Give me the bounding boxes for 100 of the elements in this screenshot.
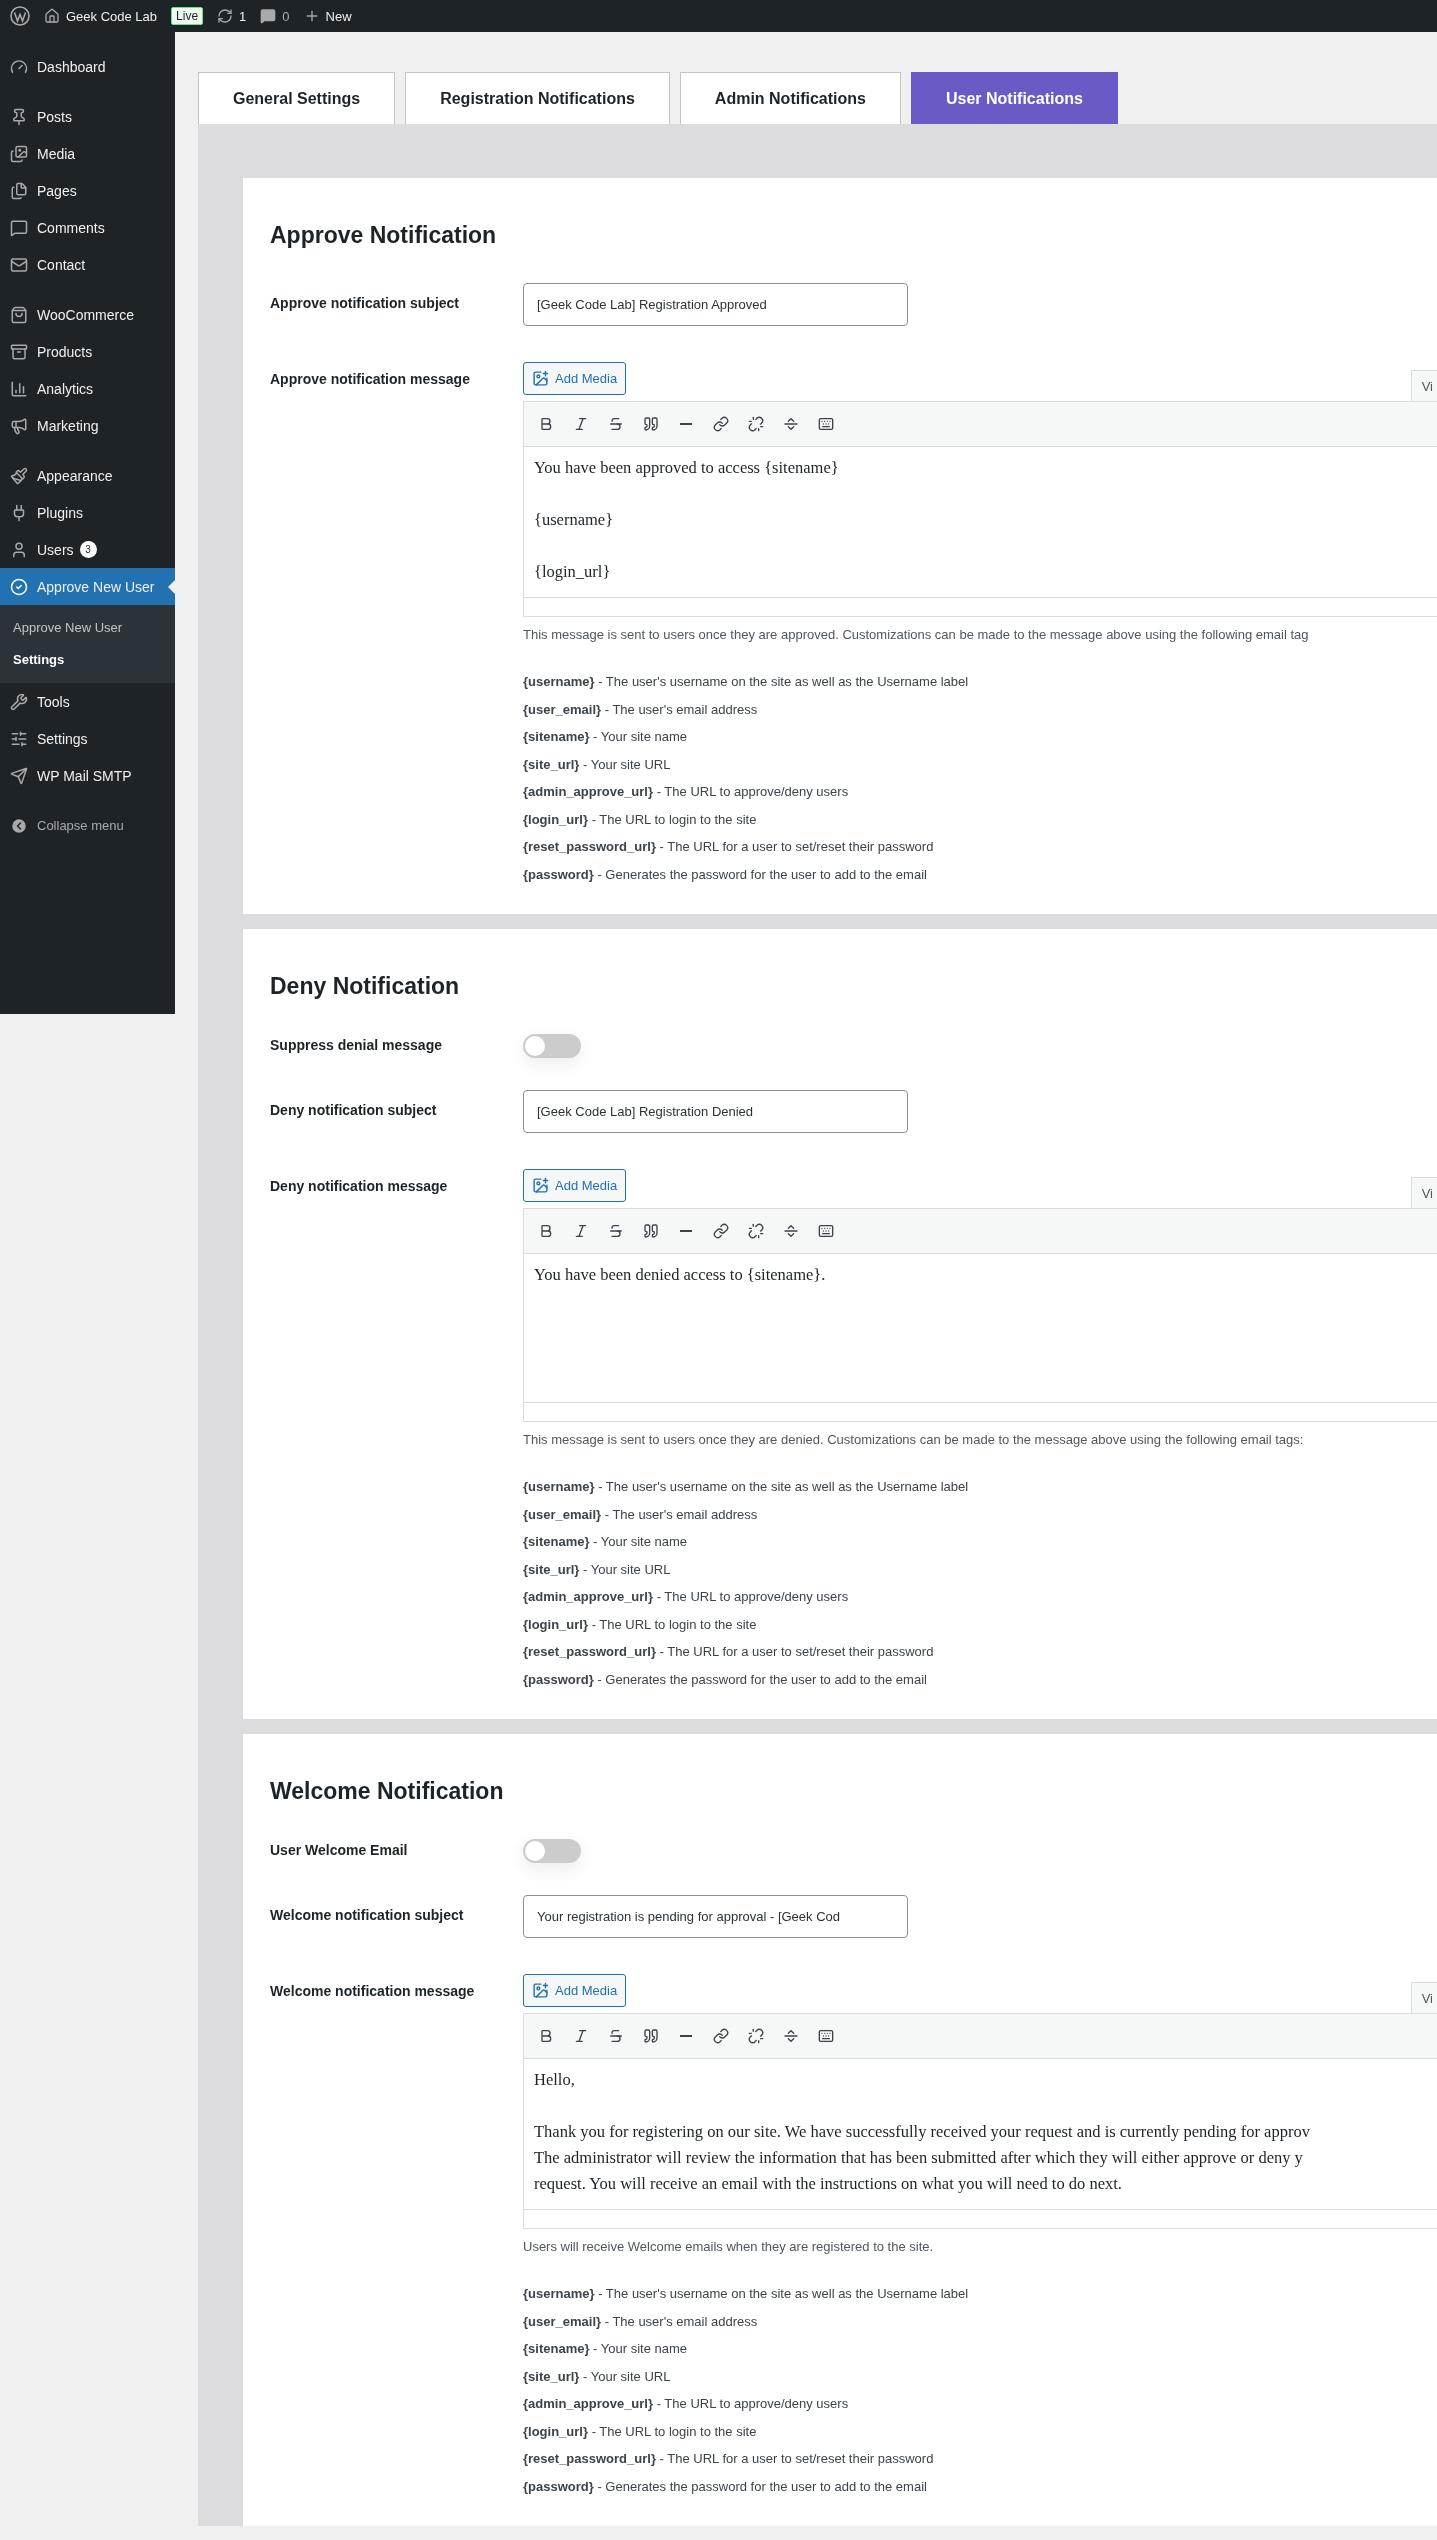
menu-icon <box>10 255 28 274</box>
visual-tab[interactable]: Vi <box>1410 1982 1437 2013</box>
sidebar-item[interactable]: Comments <box>0 209 175 246</box>
subject-field[interactable]: [Geek Code Lab] Registration Approved <box>523 283 908 326</box>
sidebar-item[interactable]: Appearance <box>0 457 175 494</box>
email-tag-description: {username} - The user's username on the site as well as the Username label <box>523 673 970 691</box>
horizontal-line-icon <box>679 1230 692 1232</box>
field-label: Deny notification subject <box>270 1101 438 1120</box>
sidebar-item[interactable]: Contact <box>0 246 175 283</box>
settings-tab[interactable]: Registration Notifications <box>405 72 670 124</box>
menu-icon <box>10 540 28 559</box>
sidebar-item[interactable]: Approve New User <box>0 568 175 605</box>
field-label: Deny notification message <box>270 1177 449 1196</box>
unlink-icon <box>747 2028 764 2044</box>
sidebar-item[interactable]: Media <box>0 135 175 172</box>
field-label: User Welcome Email <box>270 1841 409 1860</box>
field-label: Approve notification subject <box>270 294 460 313</box>
sidebar-item[interactable]: WP Mail SMTP <box>0 757 175 794</box>
comment-icon <box>260 8 277 24</box>
keyboard-icon <box>817 2028 834 2044</box>
media-icon <box>532 370 549 387</box>
menu-icon <box>10 577 28 596</box>
link-icon <box>712 1223 729 1239</box>
email-tag-description: {login_url} - The URL to login to the site <box>523 1615 758 1634</box>
message-text: Hello, <box>534 2069 576 2091</box>
count-badge: 3 <box>79 541 97 558</box>
sidebar-item[interactable]: Users 3 <box>0 531 175 568</box>
message-text: Thank you for registering on our site. We have successfully received your request and is currently pending for approv <box>534 2121 1311 2143</box>
visual-tab[interactable]: Vi <box>1410 1177 1437 1208</box>
message-text: You have been approved to access {sitename} <box>534 457 840 479</box>
menu-icon <box>10 342 28 361</box>
subject-field[interactable]: [Geek Code Lab] Registration Denied <box>523 1090 908 1133</box>
site-name-link[interactable]: Geek Code Lab <box>44 8 158 24</box>
collapse-menu-button[interactable]: Collapse menu <box>0 807 175 844</box>
email-tag-description: {login_url} - The URL to login to the site <box>523 2422 758 2441</box>
settings-tab[interactable]: Admin Notifications <box>679 72 901 124</box>
menu-icon <box>10 729 28 748</box>
sidebar-item[interactable]: Marketing <box>0 407 175 444</box>
home-icon <box>44 8 60 24</box>
settings-tab[interactable]: User Notifications <box>910 72 1118 124</box>
media-icon <box>532 1982 549 1999</box>
message-text: The administrator will review the information that has been submitted after which they will either approve or deny y <box>534 2147 1304 2169</box>
submenu-item[interactable]: Settings <box>0 643 175 675</box>
logo-icon[interactable] <box>10 6 30 26</box>
toggle-switch[interactable] <box>523 1034 581 1058</box>
section-title: Approve Notification <box>270 222 498 249</box>
email-tag-description: {site_url} - Your site URL <box>523 2367 672 2386</box>
visual-tab[interactable]: Vi <box>1410 370 1437 401</box>
field-label: Welcome notification subject <box>270 1906 465 1925</box>
updates-link[interactable]: 1 <box>217 8 247 24</box>
email-tag-description: {user_email} - The user's email address <box>523 700 759 719</box>
menu-icon <box>10 107 28 126</box>
keyboard-icon <box>817 416 834 432</box>
menu-icon <box>10 181 28 200</box>
comments-link[interactable]: 0 <box>260 8 290 24</box>
message-text: {login_url} <box>534 561 612 583</box>
email-tag-description: {user_email} - The user's email address <box>523 1505 759 1524</box>
message-text: request. You will receive an email with the instructions on what you will need to do next. <box>534 2173 1123 2195</box>
email-tag-description: {user_email} - The user's email address <box>523 2312 759 2331</box>
menu-icon <box>10 218 28 237</box>
sidebar-item[interactable]: Products <box>0 333 175 370</box>
strikethrough-icon <box>607 416 624 432</box>
email-tag-description: {site_url} - Your site URL <box>523 755 672 774</box>
sidebar-item[interactable]: Plugins <box>0 494 175 531</box>
email-tag-description: {username} - The user's username on the site as well as the Username label <box>523 1478 970 1496</box>
unlink-icon <box>747 416 764 432</box>
quote-icon <box>642 2028 659 2044</box>
horizontal-line-icon <box>679 2035 692 2037</box>
sidebar-item[interactable]: WooCommerce <box>0 296 175 333</box>
help-text: This message is sent to users once they are approved. Customizations can be made to the message above using the following email tag <box>523 627 1310 642</box>
link-icon <box>712 2028 729 2044</box>
help-text: This message is sent to users once they are denied. Customizations can be made to the message above using the following email tags: <box>523 1432 1305 1447</box>
add-media-button[interactable]: Add Media <box>523 1169 627 1202</box>
add-media-button[interactable]: Add Media <box>523 1974 627 2007</box>
unlink-icon <box>747 1223 764 1239</box>
sidebar-item[interactable]: Pages <box>0 172 175 209</box>
email-tag-description: {reset_password_url} - The URL for a user to set/reset their password <box>523 1643 935 1661</box>
sidebar-item[interactable]: Analytics <box>0 370 175 407</box>
new-link[interactable]: New <box>303 8 352 24</box>
settings-tab[interactable]: General Settings <box>198 72 396 124</box>
sidebar-item[interactable]: Settings <box>0 720 175 757</box>
menu-icon <box>10 144 28 163</box>
email-tag-description: {username} - The user's username on the site as well as the Username label <box>523 2285 970 2303</box>
email-tag-description: {password} - Generates the password for the user to add to the email <box>523 1670 928 1689</box>
toggle-switch[interactable] <box>523 1839 581 1863</box>
subject-field[interactable]: Your registration is pending for approval - [Geek Cod <box>523 1895 908 1938</box>
email-tag-description: {admin_approve_url} - The URL to approve/deny users <box>523 2395 850 2413</box>
field-label: Approve notification message <box>270 370 471 389</box>
add-media-button[interactable]: Add Media <box>523 362 627 395</box>
email-tag-description: {admin_approve_url} - The URL to approve/deny users <box>523 783 850 801</box>
section-title: Welcome Notification <box>270 1778 505 1805</box>
email-tag-description: {sitename} - Your site name <box>523 728 689 746</box>
sidebar-item[interactable]: Posts <box>0 98 175 135</box>
email-tag-description: {sitename} - Your site name <box>523 1533 689 1551</box>
sidebar-item[interactable]: Dashboard <box>0 48 175 85</box>
menu-icon <box>10 416 28 435</box>
sidebar-item[interactable]: Tools <box>0 683 175 720</box>
submenu-item[interactable]: Approve New User <box>0 611 175 643</box>
email-tag-description: {password} - Generates the password for the user to add to the email <box>523 2477 928 2496</box>
menu-icon <box>10 379 28 398</box>
